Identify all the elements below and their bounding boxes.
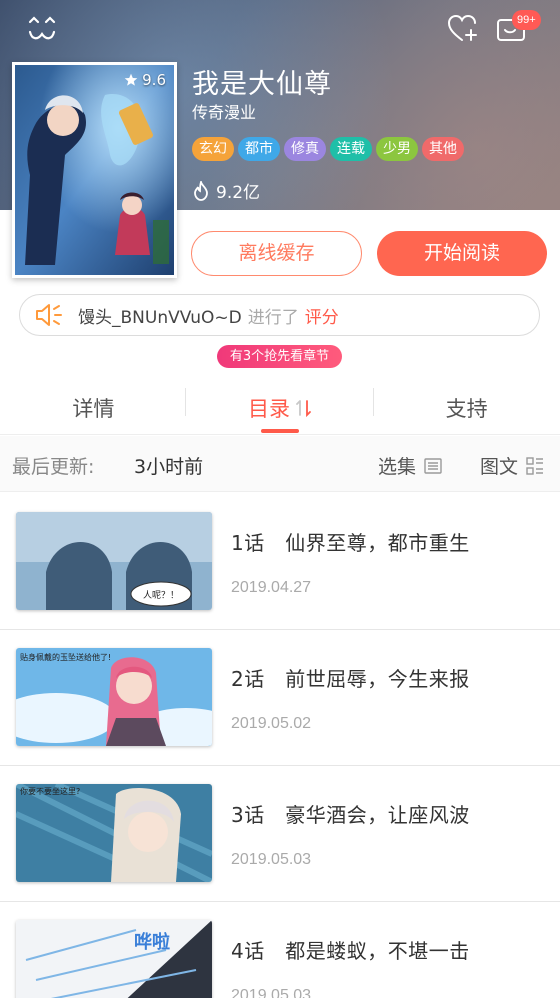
chapter-thumbnail: 贴身佩戴的玉坠送给他了! bbox=[16, 648, 212, 746]
genre-tag[interactable]: 连载 bbox=[330, 137, 372, 161]
genre-tag[interactable]: 少男 bbox=[376, 137, 418, 161]
genre-tag[interactable]: 其他 bbox=[422, 137, 464, 161]
offline-cache-button[interactable]: 离线缓存 bbox=[191, 231, 362, 276]
genre-tags: 玄幻 都市 修真 连载 少男 其他 bbox=[192, 137, 464, 161]
back-button[interactable] bbox=[24, 14, 60, 44]
chapter-item[interactable]: 你要不要坐这里? 3话 豪华酒会，让座风波 2019.05.03 bbox=[0, 766, 560, 902]
genre-tag[interactable]: 玄幻 bbox=[192, 137, 234, 161]
chapter-title: 1话 仙界至尊，都市重生 bbox=[231, 531, 470, 555]
chapter-thumbnail: 人呢？！ bbox=[16, 512, 212, 610]
chapter-item[interactable]: 人呢？！ 1话 仙界至尊，都市重生 2019.04.27 bbox=[0, 494, 560, 630]
activity-action: 评分 bbox=[304, 307, 339, 328]
chapter-date: 2019.05.03 bbox=[231, 987, 312, 998]
active-tab-indicator bbox=[261, 429, 299, 433]
tab-details[interactable]: 详情 bbox=[0, 380, 187, 436]
tab-contents[interactable]: 目录 bbox=[187, 380, 374, 436]
cover-rating: 9.6 bbox=[124, 71, 166, 89]
speaker-icon bbox=[36, 304, 62, 326]
rating-value: 9.6 bbox=[142, 71, 166, 89]
flame-icon bbox=[194, 180, 208, 201]
heart-plus-icon bbox=[447, 14, 477, 41]
activity-user: 馒头_BNUnVVuO~D bbox=[78, 307, 242, 328]
select-episode-label: 选集 bbox=[378, 456, 417, 478]
activity-ticker[interactable]: 馒头_BNUnVVuO~D 进行了 评分 bbox=[19, 294, 540, 336]
tab-support-label: 支持 bbox=[445, 397, 488, 421]
tab-bar: 详情 目录 支持 bbox=[0, 380, 560, 436]
thumb-bubble: 哗啦 bbox=[134, 931, 170, 953]
thumb-bubble: 贴身佩戴的玉坠送给他了! bbox=[20, 652, 111, 662]
popularity: 9.2亿 bbox=[192, 178, 260, 203]
chapter-title: 2话 前世屈辱，今生来报 bbox=[231, 667, 470, 691]
popularity-count: 9.2亿 bbox=[216, 183, 261, 203]
last-update-time: 3小时前 bbox=[134, 456, 204, 478]
comic-title: 我是大仙尊 bbox=[192, 69, 332, 100]
comic-author: 传奇漫业 bbox=[192, 103, 257, 122]
tab-divider bbox=[185, 388, 186, 416]
chapter-item[interactable]: 哗啦 4话 都是蝼蚁，不堪一击 2019.05.03 bbox=[0, 902, 560, 998]
chapter-title: 4话 都是蝼蚁，不堪一击 bbox=[231, 939, 470, 963]
tab-details-label: 详情 bbox=[72, 397, 115, 421]
back-icon bbox=[28, 16, 56, 40]
activity-verb: 进行了 bbox=[247, 307, 299, 328]
select-episode-button[interactable]: 选集 bbox=[378, 452, 442, 479]
chapter-item[interactable]: 贴身佩戴的玉坠送给他了! 2话 前世屈辱，今生来报 2019.05.02 bbox=[0, 630, 560, 766]
favorite-button[interactable] bbox=[446, 12, 482, 44]
genre-tag[interactable]: 都市 bbox=[238, 137, 280, 161]
last-update-label: 最后更新: bbox=[12, 456, 95, 478]
tab-bar-divider bbox=[0, 434, 560, 435]
chapter-date: 2019.05.02 bbox=[231, 715, 312, 732]
chapter-thumbnail: 哗啦 bbox=[16, 920, 212, 998]
tab-support[interactable]: 支持 bbox=[373, 380, 560, 436]
thumb-bubble: 你要不要坐这里? bbox=[20, 786, 80, 796]
cover-image bbox=[15, 65, 174, 275]
chapter-title: 3话 豪华酒会，让座风波 bbox=[231, 803, 470, 827]
message-count-badge: 99+ bbox=[512, 10, 541, 30]
comic-cover[interactable]: 9.6 bbox=[12, 62, 177, 278]
view-mode-button[interactable]: 图文 bbox=[480, 452, 544, 479]
view-mode-label: 图文 bbox=[480, 456, 519, 478]
tab-divider bbox=[373, 388, 374, 416]
early-access-badge[interactable]: 有3个抢先看章节 bbox=[217, 345, 342, 368]
list-icon bbox=[424, 457, 442, 474]
thumb-bubble: 人呢？！ bbox=[143, 590, 179, 601]
chapter-date: 2019.05.03 bbox=[231, 851, 312, 868]
start-reading-button[interactable]: 开始阅读 bbox=[377, 231, 547, 276]
star-icon bbox=[124, 73, 138, 86]
genre-tag[interactable]: 修真 bbox=[284, 137, 326, 161]
chapter-date: 2019.04.27 bbox=[231, 579, 312, 596]
chapter-thumbnail: 你要不要坐这里? bbox=[16, 784, 212, 882]
grid-icon bbox=[526, 456, 544, 475]
tab-contents-label: 目录 bbox=[248, 397, 290, 421]
update-info-bar: 最后更新: 3小时前 选集 图文 bbox=[0, 436, 560, 492]
sort-icon bbox=[296, 400, 311, 418]
